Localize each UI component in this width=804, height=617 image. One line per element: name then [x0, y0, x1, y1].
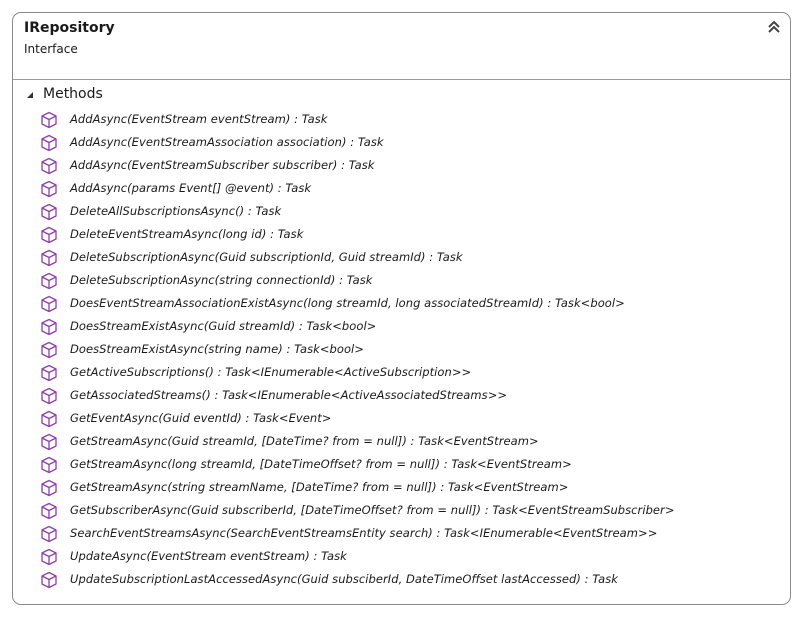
method-signature: DeleteEventStreamAsync(long id) : Task — [70, 227, 304, 241]
method-item[interactable]: AddAsync(EventStreamAssociation associat… — [13, 132, 790, 155]
shape-header: IRepository Interface — [13, 13, 790, 80]
method-cube-icon — [41, 571, 57, 589]
method-item[interactable]: GetStreamAsync(string streamName, [DateT… — [13, 477, 790, 500]
method-item[interactable]: GetActiveSubscriptions() : Task<IEnumera… — [13, 362, 790, 385]
method-signature: DeleteSubscriptionAsync(Guid subscriptio… — [70, 250, 463, 264]
method-cube-icon — [41, 456, 57, 474]
method-signature: GetStreamAsync(long streamId, [DateTimeO… — [70, 457, 572, 471]
type-kind: Interface — [24, 42, 78, 56]
method-signature: DoesStreamExistAsync(Guid streamId) : Ta… — [70, 319, 377, 333]
method-signature: UpdateSubscriptionLastAccessedAsync(Guid… — [70, 572, 618, 586]
method-cube-icon — [41, 364, 57, 382]
method-signature: GetAssociatedStreams() : Task<IEnumerabl… — [70, 388, 508, 402]
method-cube-icon — [41, 157, 57, 175]
method-signature: GetSubscriberAsync(Guid subscriberId, [D… — [70, 503, 675, 517]
method-cube-icon — [41, 134, 57, 152]
method-item[interactable]: UpdateAsync(EventStream eventStream) : T… — [13, 546, 790, 569]
method-cube-icon — [41, 203, 57, 221]
methods-section-header[interactable]: Methods — [13, 80, 790, 108]
class-diagram-shape[interactable]: IRepository Interface Methods AddAsync(E… — [12, 12, 791, 605]
method-item[interactable]: GetStreamAsync(Guid streamId, [DateTime?… — [13, 431, 790, 454]
method-cube-icon — [41, 479, 57, 497]
method-signature: GetActiveSubscriptions() : Task<IEnumera… — [70, 365, 472, 379]
method-cube-icon — [41, 111, 57, 129]
method-signature: AddAsync(EventStream eventStream) : Task — [70, 112, 328, 126]
method-cube-icon — [41, 341, 57, 359]
method-signature: GetStreamAsync(string streamName, [DateT… — [70, 480, 569, 494]
method-signature: SearchEventStreamsAsync(SearchEventStrea… — [70, 526, 658, 540]
method-signature: AddAsync(EventStreamAssociation associat… — [70, 135, 384, 149]
method-cube-icon — [41, 318, 57, 336]
method-signature: GetEventAsync(Guid eventId) : Task<Event… — [70, 411, 332, 425]
method-cube-icon — [41, 433, 57, 451]
method-cube-icon — [41, 410, 57, 428]
method-item[interactable]: DeleteSubscriptionAsync(Guid subscriptio… — [13, 247, 790, 270]
method-cube-icon — [41, 226, 57, 244]
method-item[interactable]: SearchEventStreamsAsync(SearchEventStrea… — [13, 523, 790, 546]
method-signature: AddAsync(EventStreamSubscriber subscribe… — [70, 158, 375, 172]
method-item[interactable]: GetSubscriberAsync(Guid subscriberId, [D… — [13, 500, 790, 523]
method-signature: GetStreamAsync(Guid streamId, [DateTime?… — [70, 434, 539, 448]
method-item[interactable]: AddAsync(EventStreamSubscriber subscribe… — [13, 155, 790, 178]
method-item[interactable]: GetEventAsync(Guid eventId) : Task<Event… — [13, 408, 790, 431]
method-signature: AddAsync(params Event[] @event) : Task — [70, 181, 312, 195]
type-name: IRepository — [24, 20, 115, 36]
method-item[interactable]: DeleteSubscriptionAsync(string connectio… — [13, 270, 790, 293]
method-item[interactable]: DoesStreamExistAsync(Guid streamId) : Ta… — [13, 316, 790, 339]
method-item[interactable]: GetStreamAsync(long streamId, [DateTimeO… — [13, 454, 790, 477]
method-item[interactable]: GetAssociatedStreams() : Task<IEnumerabl… — [13, 385, 790, 408]
method-item[interactable]: AddAsync(params Event[] @event) : Task — [13, 178, 790, 201]
method-item[interactable]: DoesStreamExistAsync(string name) : Task… — [13, 339, 790, 362]
method-item[interactable]: UpdateSubscriptionLastAccessedAsync(Guid… — [13, 569, 790, 592]
triangle-expanded-icon[interactable] — [25, 90, 35, 100]
method-signature: DeleteAllSubscriptionsAsync() : Task — [70, 204, 282, 218]
method-item[interactable]: DeleteAllSubscriptionsAsync() : Task — [13, 201, 790, 224]
method-cube-icon — [41, 387, 57, 405]
method-item[interactable]: DoesEventStreamAssociationExistAsync(lon… — [13, 293, 790, 316]
method-cube-icon — [41, 525, 57, 543]
method-item[interactable]: AddAsync(EventStream eventStream) : Task — [13, 109, 790, 132]
method-cube-icon — [41, 272, 57, 290]
method-signature: UpdateAsync(EventStream eventStream) : T… — [70, 549, 347, 563]
method-item[interactable]: DeleteEventStreamAsync(long id) : Task — [13, 224, 790, 247]
method-cube-icon — [41, 295, 57, 313]
double-chevron-up-icon[interactable] — [766, 19, 782, 35]
method-signature: DoesStreamExistAsync(string name) : Task… — [70, 342, 364, 356]
method-cube-icon — [41, 249, 57, 267]
method-cube-icon — [41, 502, 57, 520]
method-cube-icon — [41, 548, 57, 566]
method-cube-icon — [41, 180, 57, 198]
method-signature: DoesEventStreamAssociationExistAsync(lon… — [70, 296, 625, 310]
methods-section-label: Methods — [43, 86, 103, 102]
methods-list: AddAsync(EventStream eventStream) : Task… — [13, 109, 790, 592]
method-signature: DeleteSubscriptionAsync(string connectio… — [70, 273, 373, 287]
